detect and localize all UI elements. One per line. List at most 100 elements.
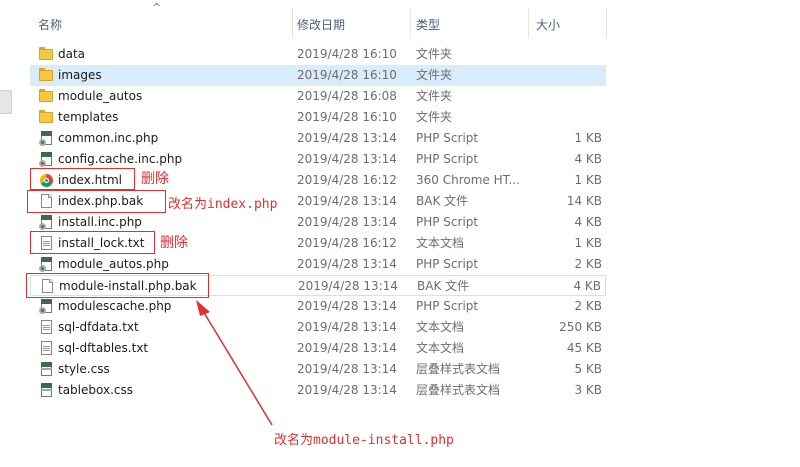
file-date-modified: 2019/4/28 13:14 — [297, 362, 397, 376]
file-date-modified: 2019/4/28 13:14 — [297, 152, 397, 166]
file-explorer: ^ 名称 修改日期 类型 大小 data 2019/4/28 16:10 文件夹 im… — [0, 0, 800, 467]
file-name: modulescache.php — [58, 299, 172, 313]
column-size[interactable]: 大小 — [536, 16, 560, 33]
folder-icon — [39, 89, 54, 104]
file-row[interactable]: templates 2019/4/28 16:10 文件夹 — [30, 107, 606, 128]
file-row[interactable]: sql-dfdata.txt 2019/4/28 13:14 文本文档 250 KB — [30, 317, 606, 338]
file-type: 层叠样式表文档 — [416, 362, 501, 376]
annotation-box-module-install — [26, 273, 209, 298]
column-type[interactable]: 类型 — [416, 16, 440, 33]
annotation-delete-install-lock: 删除 — [160, 235, 188, 251]
column-name[interactable]: 名称 — [38, 16, 62, 33]
file-row[interactable]: data 2019/4/28 16:10 文件夹 — [30, 44, 606, 65]
annotation-rename-index-php: 改名为index.php — [168, 197, 278, 212]
file-type: 360 Chrome HT... — [416, 173, 520, 187]
file-name: sql-dftables.txt — [58, 341, 149, 355]
file-size: 1 KB — [574, 173, 602, 187]
file-size: 1 KB — [574, 131, 602, 145]
file-size: 14 KB — [566, 194, 602, 208]
file-name: style.css — [58, 362, 110, 376]
file-type: PHP Script — [416, 152, 479, 166]
file-date-modified: 2019/4/28 16:10 — [297, 68, 397, 82]
file-name: sql-dfdata.txt — [58, 320, 139, 334]
php-script-icon — [39, 131, 54, 146]
file-date-modified: 2019/4/28 16:12 — [297, 173, 397, 187]
file-size: 4 KB — [574, 152, 602, 166]
file-date-modified: 2019/4/28 13:14 — [297, 215, 397, 229]
file-type: PHP Script — [416, 257, 479, 271]
file-date-modified: 2019/4/28 13:14 — [297, 299, 397, 313]
file-size: 3 KB — [574, 383, 602, 397]
file-type: 层叠样式表文档 — [416, 383, 501, 397]
file-type: 文件夹 — [416, 68, 453, 82]
file-row[interactable]: module_autos 2019/4/28 16:08 文件夹 — [30, 86, 606, 107]
file-date-modified: 2019/4/28 13:14 — [297, 320, 397, 334]
css-file-icon — [39, 383, 54, 398]
file-date-modified: 2019/4/28 13:14 — [298, 279, 398, 293]
file-size: 4 KB — [574, 215, 602, 229]
file-date-modified: 2019/4/28 13:14 — [297, 257, 397, 271]
file-type: 文件夹 — [416, 47, 453, 61]
file-row[interactable]: tablebox.css 2019/4/28 13:14 层叠样式表文档 3 KB — [30, 380, 606, 401]
column-divider[interactable] — [292, 8, 293, 38]
file-name: templates — [58, 110, 119, 124]
php-script-icon — [39, 152, 54, 167]
file-type: PHP Script — [416, 299, 479, 313]
column-divider[interactable] — [410, 8, 411, 38]
folder-icon — [39, 47, 54, 62]
file-size: 1 KB — [574, 236, 602, 250]
file-type: BAK 文件 — [416, 194, 469, 208]
file-name: module_autos.php — [58, 257, 169, 271]
css-file-icon — [39, 362, 54, 377]
file-size: 2 KB — [574, 257, 602, 271]
navigation-pane-edge[interactable] — [0, 90, 12, 114]
file-name: module_autos — [58, 89, 143, 103]
column-divider[interactable] — [606, 8, 607, 38]
file-size: 45 KB — [566, 341, 602, 355]
file-type: 文本文档 — [416, 341, 465, 355]
file-size: 4 KB — [573, 279, 601, 293]
file-size: 5 KB — [574, 362, 602, 376]
file-row[interactable]: style.css 2019/4/28 13:14 层叠样式表文档 5 KB — [30, 359, 606, 380]
file-name: data — [58, 47, 86, 61]
php-script-icon — [39, 215, 54, 230]
folder-icon — [39, 68, 54, 83]
file-date-modified: 2019/4/28 13:14 — [297, 341, 397, 355]
php-script-icon — [39, 299, 54, 314]
php-script-icon — [39, 257, 54, 272]
file-date-modified: 2019/4/28 13:14 — [297, 383, 397, 397]
annotation-box-index-php-bak — [27, 190, 166, 213]
folder-icon — [39, 110, 54, 125]
file-type: BAK 文件 — [417, 279, 470, 293]
file-row[interactable]: common.inc.php 2019/4/28 13:14 PHP Script 1… — [30, 128, 606, 149]
file-name: tablebox.css — [58, 383, 133, 397]
file-row[interactable]: config.cache.inc.php 2019/4/28 13:14 PHP S… — [30, 149, 606, 170]
file-name: images — [58, 68, 102, 82]
annotation-rename-module-install: 改名为module-install.php — [274, 433, 454, 448]
annotation-box-install-lock — [30, 231, 155, 254]
file-type: 文件夹 — [416, 110, 453, 124]
annotation-box-index-html — [30, 168, 135, 190]
file-type: 文本文档 — [416, 236, 465, 250]
file-name: install.inc.php — [58, 215, 142, 229]
file-date-modified: 2019/4/28 16:10 — [297, 47, 397, 61]
file-type: PHP Script — [416, 215, 479, 229]
column-date-modified[interactable]: 修改日期 — [297, 16, 345, 33]
file-name: common.inc.php — [58, 131, 159, 145]
text-file-icon — [39, 341, 54, 356]
column-header: ^ 名称 修改日期 类型 大小 — [30, 0, 610, 44]
file-date-modified: 2019/4/28 16:12 — [297, 236, 397, 250]
column-divider[interactable] — [528, 8, 529, 38]
file-type: 文本文档 — [416, 320, 465, 334]
file-date-modified: 2019/4/28 16:08 — [297, 89, 397, 103]
file-row[interactable]: images 2019/4/28 16:10 文件夹 — [30, 65, 606, 86]
sort-ascending-icon[interactable]: ^ — [152, 2, 161, 14]
file-row[interactable]: modulescache.php 2019/4/28 13:14 PHP Scrip… — [30, 296, 606, 317]
file-row[interactable]: install.inc.php 2019/4/28 13:14 PHP Script… — [30, 212, 606, 233]
file-size: 2 KB — [574, 299, 602, 313]
text-file-icon — [39, 320, 54, 335]
file-row[interactable]: sql-dftables.txt 2019/4/28 13:14 文本文档 45 KB — [30, 338, 606, 359]
file-date-modified: 2019/4/28 13:14 — [297, 131, 397, 145]
file-row[interactable]: module_autos.php 2019/4/28 13:14 PHP Scrip… — [30, 254, 606, 275]
file-date-modified: 2019/4/28 16:10 — [297, 110, 397, 124]
